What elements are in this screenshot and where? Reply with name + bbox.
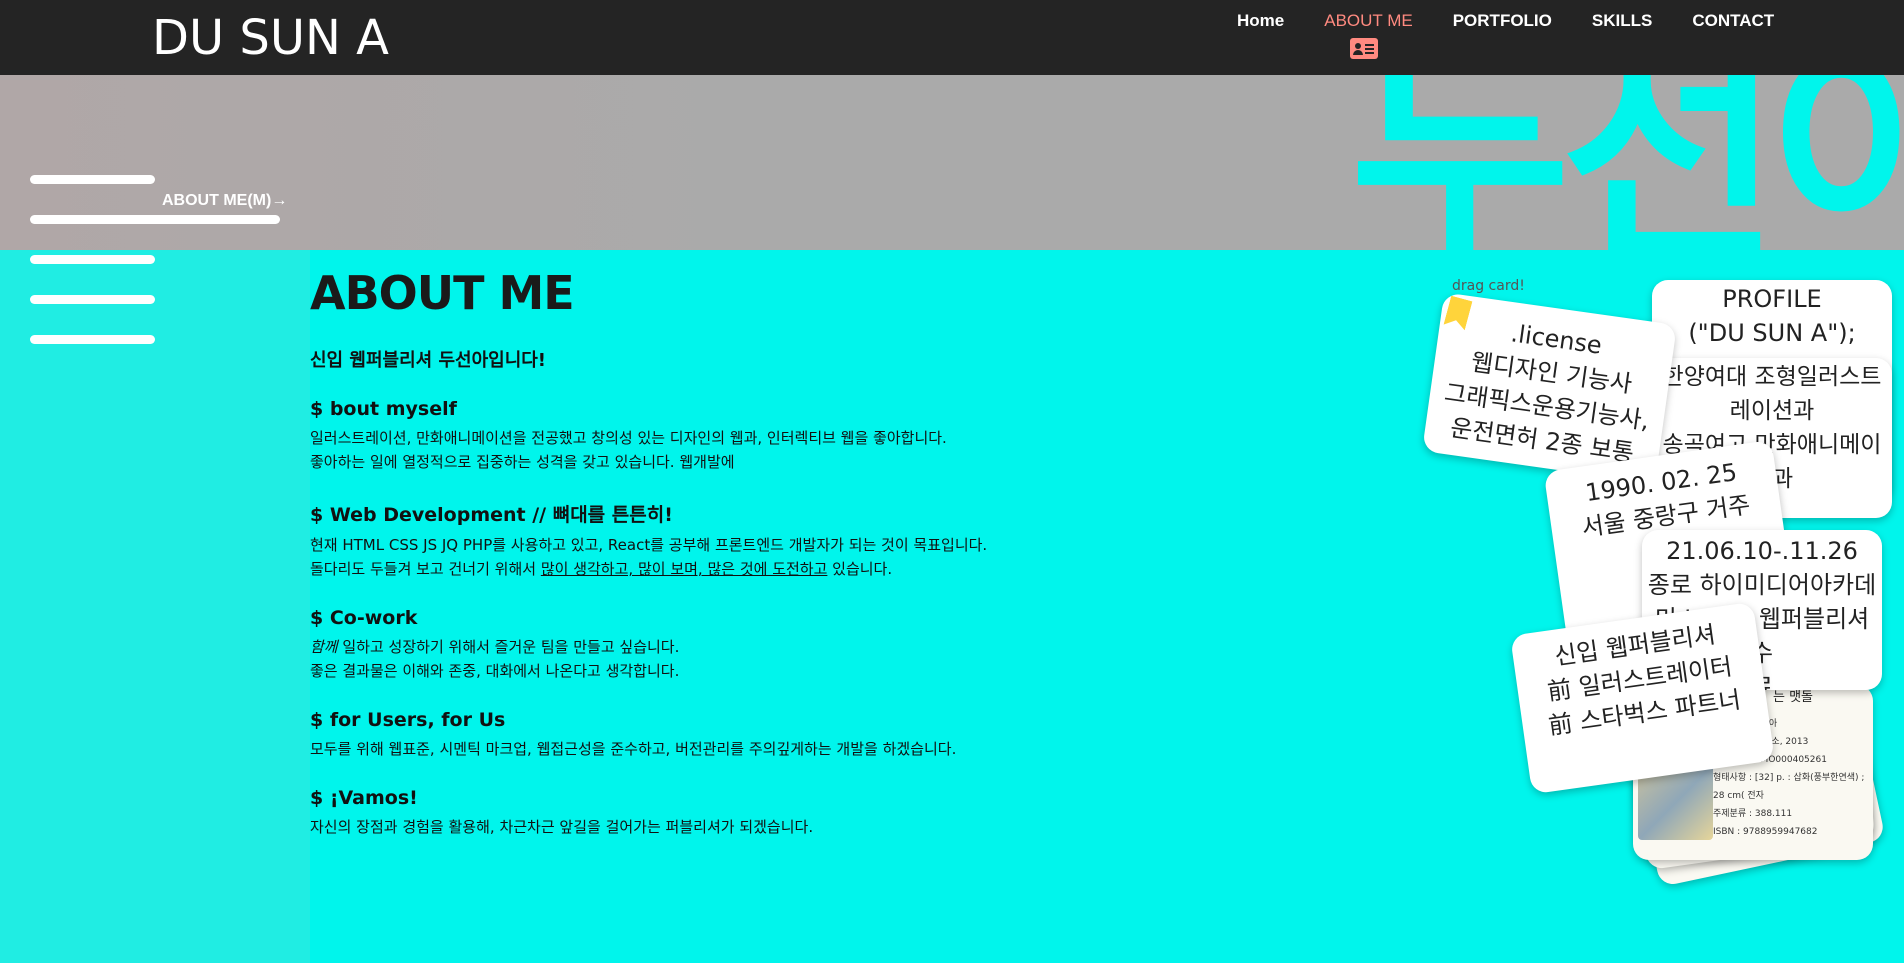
menu-bar-4[interactable]	[30, 295, 155, 304]
nav-home[interactable]: Home	[1237, 11, 1284, 31]
top-navbar: DU SUN A Home ABOUT ME PORTFOLIO SKILLS …	[0, 0, 1904, 75]
text-line: 모두를 위해 웹표준, 시멘틱 마크업, 웹접근성을 준수하고, 버전관리를 주…	[310, 740, 957, 758]
underlined-text: 많이 생각하고, 많이 보며, 많은 것에 도전하고	[540, 560, 828, 578]
text-line: 자신의 장점과 경험을 활용해, 차근차근 앞길을 걸어가는 퍼블리셔가 되겠습…	[310, 818, 814, 836]
book-info-line: 형태사항 : [32] p. : 삽화(풍부한연색) ; 28 cm( 전자	[1713, 773, 1865, 801]
sidebar-active-label[interactable]: ABOUT ME(M)→	[162, 192, 287, 210]
section-body-webdev: 현재 HTML CSS JS JQ PHP를 사용하고 있고, React를 공…	[310, 533, 1210, 581]
text-line: 함께 일하고 성장하기 위해서 즐거운 팀을 만들고 싶습니다.	[310, 635, 1210, 659]
banner-big-title: 두선아	[1350, 75, 1904, 250]
emphasis-text: 함께	[310, 638, 338, 656]
section-body-cowork: 함께 일하고 성장하기 위해서 즐거운 팀을 만들고 싶습니다. 좋은 결과물은…	[310, 635, 1210, 683]
page-title: ABOUT ME	[310, 266, 575, 320]
career-card[interactable]: 신입 웹퍼블리셔 前 일러스트레이터 前 스타벅스 파트너	[1510, 601, 1775, 795]
text-line: 좋아하는 일에 열정적으로 집중하는 성격을 갖고 있습니다. 웹개발에	[310, 453, 735, 471]
card-line: 한양여대 조형일러스트	[1662, 364, 1882, 390]
hero-banner: 두선아	[0, 75, 1904, 250]
card-line: ("DU SUN A");	[1688, 319, 1856, 347]
section-heading-webdev: $ Web Development // 뼈대를 튼튼히!	[310, 504, 673, 526]
text-span: 돌다리도 두들겨 보고 건너기 위해서	[310, 560, 541, 578]
nav-portfolio[interactable]: PORTFOLIO	[1453, 11, 1552, 31]
site-logo[interactable]: DU SUN A	[152, 10, 389, 66]
text-span: 일하고 성장하기 위해서 즐거운 팀을 만들고 싶습니다.	[337, 638, 680, 656]
book-title: 는 맷돌	[1773, 690, 1814, 705]
menu-bar-1[interactable]	[30, 175, 155, 184]
text-line: 현재 HTML CSS JS JQ PHP를 사용하고 있고, React를 공…	[310, 536, 988, 554]
section-body-users: 모두를 위해 웹표준, 시멘틱 마크업, 웹접근성을 준수하고, 버전관리를 주…	[310, 737, 1210, 761]
nav-skills[interactable]: SKILLS	[1592, 11, 1652, 31]
menu-bar-5[interactable]	[30, 335, 155, 344]
menu-bar-3[interactable]	[30, 255, 155, 264]
drag-hint: drag card!	[1452, 278, 1525, 294]
text-line: 돌다리도 두들겨 보고 건너기 위해서 많이 생각하고, 많이 보며, 많은 것…	[310, 557, 1210, 581]
main-nav: Home ABOUT ME PORTFOLIO SKILLS CONTACT	[1237, 11, 1814, 31]
sidebar-strip	[0, 250, 310, 963]
menu-bar-2-active[interactable]	[30, 215, 280, 224]
section-heading-about: $ bout myself	[310, 398, 457, 420]
book-info-line: ISBN : 9788959947682	[1713, 827, 1818, 837]
card-line: 종로 하이미디어아카데	[1647, 571, 1877, 599]
book-info-line: 주제분류 : 388.111	[1713, 809, 1793, 819]
section-body-vamos: 자신의 장점과 경험을 활용해, 차근차근 앞길을 걸어가는 퍼블리셔가 되겠습…	[310, 815, 1210, 839]
nav-contact[interactable]: CONTACT	[1692, 11, 1774, 31]
section-heading-users: $ for Users, for Us	[310, 709, 506, 731]
text-line: 일러스트레이션, 만화애니메이션을 전공했고 창의성 있는 디자인의 웹과, 인…	[310, 429, 947, 447]
card-line: 레이션과	[1729, 398, 1815, 424]
section-heading-vamos: $ ¡Vamos!	[310, 787, 418, 809]
about-content: ABOUT ME 신입 웹퍼블리셔 두선아입니다! $ bout myself …	[310, 270, 1210, 839]
text-span: 있습니다.	[827, 560, 893, 578]
nav-about-me[interactable]: ABOUT ME	[1324, 11, 1412, 31]
id-card-icon	[1350, 38, 1378, 59]
card-line: 21.06.10-.11.26	[1666, 537, 1858, 565]
intro-text: 신입 웹퍼블리셔 두선아입니다!	[310, 350, 547, 371]
section-heading-cowork: $ Co-work	[310, 607, 418, 629]
section-body-about: 일러스트레이션, 만화애니메이션을 전공했고 창의성 있는 디자인의 웹과, 인…	[310, 426, 1210, 474]
text-line: 좋은 결과물은 이해와 존중, 대화에서 나온다고 생각합니다.	[310, 662, 680, 680]
card-line: PROFILE	[1722, 285, 1822, 313]
